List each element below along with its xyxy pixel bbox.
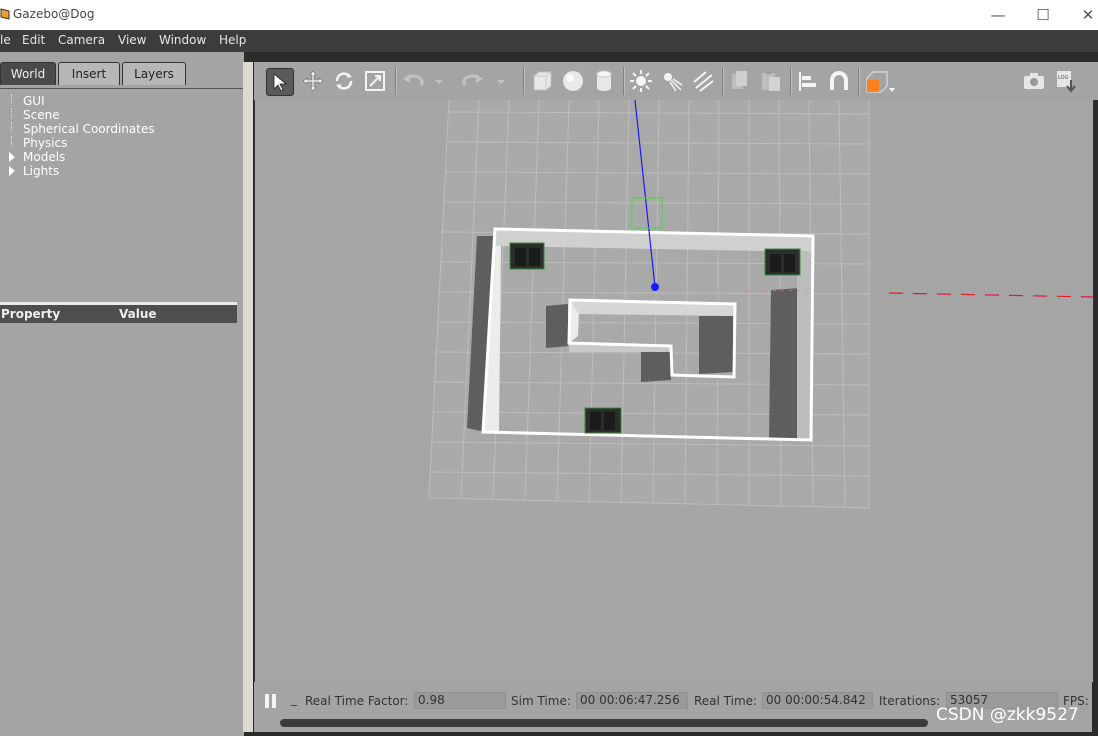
expand-arrow-icon[interactable] — [9, 166, 15, 176]
scale-icon[interactable] — [362, 68, 388, 94]
sim-time-value: 00 00:06:47.256 — [576, 692, 688, 709]
view-angle-icon[interactable] — [863, 68, 897, 94]
property-column-header: Property — [1, 307, 61, 321]
panel-splitter[interactable] — [243, 62, 253, 732]
log-icon[interactable]: LOG — [1053, 68, 1079, 94]
minimize-button[interactable]: — — [983, 4, 1013, 26]
toolbar: LOG — [254, 62, 1098, 100]
left-panel: World Insert Layers GUI Scene Spherical … — [0, 52, 244, 736]
menu-help[interactable]: Help — [219, 33, 246, 47]
tree-item-physics[interactable]: Physics — [23, 136, 67, 150]
copy-icon[interactable] — [727, 68, 753, 94]
rotate-icon[interactable] — [331, 68, 357, 94]
watermark: CSDN @zkk9527 — [936, 705, 1079, 725]
scene-render[interactable] — [255, 100, 1093, 682]
tree-item-gui[interactable]: GUI — [23, 94, 45, 108]
world-tree: GUI Scene Spherical Coordinates Physics … — [0, 88, 244, 303]
x-axis-line — [888, 292, 1093, 298]
close-button[interactable]: ✕ — [1073, 4, 1098, 26]
rtf-label: Real Time Factor: — [305, 694, 409, 708]
obstacle-block — [764, 248, 801, 276]
tree-item-scene[interactable]: Scene — [23, 108, 60, 122]
toolbar-separator — [858, 67, 860, 95]
real-time-value: 00 00:00:54.842 — [762, 692, 873, 709]
origin-marker — [651, 283, 659, 291]
toolbar-separator — [623, 67, 625, 95]
scene-viewport[interactable] — [254, 100, 1094, 682]
tab-layers[interactable]: Layers — [122, 62, 186, 85]
sim-time-label: Sim Time: — [511, 694, 571, 708]
menu-edit[interactable]: Edit — [22, 33, 45, 47]
redo-dropdown-icon[interactable] — [494, 68, 508, 94]
iterations-label: Iterations: — [879, 694, 941, 708]
directional-light-icon[interactable] — [690, 68, 716, 94]
gazebo-logo-icon — [0, 8, 10, 20]
tree-item-models[interactable]: Models — [23, 150, 65, 164]
tree-guide — [11, 94, 13, 104]
cylinder-icon[interactable] — [591, 68, 617, 94]
align-icon[interactable] — [795, 68, 821, 94]
tab-insert[interactable]: Insert — [58, 62, 120, 85]
point-light-icon[interactable] — [628, 68, 654, 94]
toolbar-separator — [790, 67, 792, 95]
select-arrow-icon[interactable] — [266, 68, 294, 96]
menu-window[interactable]: Window — [159, 33, 206, 47]
paste-icon[interactable] — [758, 68, 784, 94]
svg-text:LOG: LOG — [1058, 75, 1069, 81]
tree-guide — [11, 108, 13, 118]
title-bar: Gazebo@Dog — ☐ ✕ — [0, 0, 1098, 30]
menu-bar: le Edit Camera View Window Help — [0, 30, 1098, 52]
horizontal-scrollbar[interactable] — [280, 719, 928, 727]
obstacle-block — [584, 407, 622, 434]
window-title: Gazebo@Dog — [13, 7, 95, 21]
spot-light-icon[interactable] — [659, 68, 685, 94]
menu-file[interactable]: le — [0, 33, 11, 47]
pause-icon[interactable] — [264, 692, 278, 710]
toolbar-separator — [395, 67, 397, 95]
undo-dropdown-icon[interactable] — [432, 68, 446, 94]
real-time-label: Real Time: — [694, 694, 758, 708]
menu-view[interactable]: View — [118, 33, 146, 47]
tree-guide — [11, 122, 13, 132]
toolbar-separator — [523, 67, 525, 95]
sphere-icon[interactable] — [560, 68, 586, 94]
expand-arrow-icon[interactable] — [9, 152, 15, 162]
menu-camera[interactable]: Camera — [58, 33, 105, 47]
maximize-button[interactable]: ☐ — [1028, 4, 1058, 26]
step-button[interactable]: _ — [291, 692, 297, 706]
tree-item-lights[interactable]: Lights — [23, 164, 59, 178]
undo-icon[interactable] — [400, 68, 426, 94]
property-table-header: Property Value — [0, 302, 237, 323]
tree-guide — [11, 136, 13, 146]
screenshot-icon[interactable] — [1021, 68, 1047, 94]
tree-item-spherical-coordinates[interactable]: Spherical Coordinates — [23, 122, 155, 136]
obstacle-block — [509, 242, 545, 270]
toolbar-separator — [722, 67, 724, 95]
tab-world[interactable]: World — [0, 62, 56, 85]
box-icon[interactable] — [529, 68, 555, 94]
redo-icon[interactable] — [460, 68, 486, 94]
snap-icon[interactable] — [826, 68, 852, 94]
value-column-header: Value — [119, 307, 157, 321]
rtf-value: 0.98 — [414, 692, 506, 709]
translate-icon[interactable] — [300, 68, 326, 94]
